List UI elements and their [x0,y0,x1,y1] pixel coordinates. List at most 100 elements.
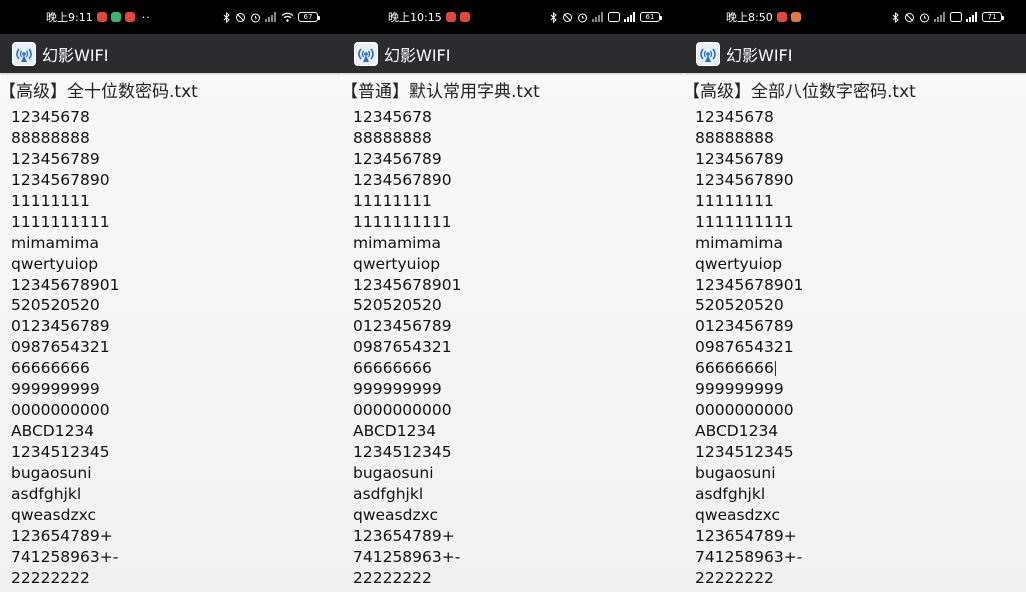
phone-screen-1: 晚上9:11 ·· 67 幻影WIFI 【高级】全十位数密码.txt 12345… [0,0,342,592]
hd-icon [608,12,620,22]
password-text: 0123456789 [353,317,452,336]
password-entry: 12345678901 [11,275,342,296]
password-text: 123654789+ [695,526,797,545]
password-text: 0000000000 [11,401,110,420]
password-entry: 1234567890 [353,170,684,191]
password-text: 1234567890 [695,170,794,189]
status-right: 67 [223,0,320,34]
password-text: qweasdzxc [11,505,97,524]
password-list: 12345678 88888888 123456789 1234567890 11111… [684,99,1026,592]
password-entry: 11111111 [11,191,342,212]
password-text: 999999999 [695,380,784,399]
password-text: 22222222 [11,568,90,587]
status-left: 晚上8:50 [726,0,801,34]
password-text: qwertyuiop [695,254,783,273]
status-left: 晚上9:11 ·· [46,0,151,34]
password-entry: bugaosuni [353,463,684,484]
three-phone-screenshots: 晚上9:11 ·· 67 幻影WIFI 【高级】全十位数密码.txt 12345… [0,0,1026,592]
password-text: mimamima [353,233,442,252]
password-text: 1234567890 [11,170,110,189]
password-text: ABCD1234 [695,422,779,441]
password-text: 22222222 [353,568,432,587]
password-entry: 88888888 [353,128,684,149]
status-bar: 晚上8:50 71 [684,0,1026,34]
password-entry: asdfghjkl [11,484,342,505]
password-text: bugaosuni [11,463,92,482]
password-entry: 88888888 [11,128,342,149]
password-entry: 123654789+ [11,526,342,547]
password-text: 1111111111 [11,212,110,231]
alarm-icon [250,12,261,23]
status-more-dots: ·· [141,10,151,24]
password-text: 1234567890 [353,170,452,189]
notification-app-icon [96,12,107,22]
password-text: 741258963+- [11,547,119,566]
password-entry: 0000000000 [353,400,684,421]
file-title: 【高级】全十位数密码.txt [0,82,198,102]
password-text: 22222222 [695,568,774,587]
password-entry: 741258963+- [353,547,684,568]
password-text: 66666666 [695,359,774,378]
password-entry: 999999999 [353,379,684,400]
password-text: 12345678901 [353,275,462,294]
password-entry: mimamima [353,233,684,254]
wifi-icon [281,12,294,22]
password-list: 12345678 88888888 123456789 1234567890 11111… [342,99,684,592]
password-text: 520520520 [353,296,442,315]
password-text: 1111111111 [353,212,452,231]
password-text: 1234512345 [353,443,452,461]
password-entry: bugaosuni [11,463,342,484]
signal-icon [624,12,636,22]
notification-app-icon [445,12,456,22]
password-entry: 22222222 [695,589,1026,592]
password-entry: 123456789 [695,149,1026,170]
phantom-wifi-logo-icon [354,41,378,66]
password-entry: 12345678 [695,107,1026,128]
status-time: 晚上10:15 [388,11,442,24]
signal-icon [265,12,277,22]
alarm-icon [577,12,588,23]
password-text: 741258963+- [695,547,803,566]
dnd-icon [904,12,915,23]
password-text: 66666666 [353,359,432,378]
password-entry: 0987654321 [11,337,342,358]
password-text: 0000000000 [353,401,452,420]
status-time: 晚上9:11 [46,11,93,24]
password-entry: 123654789+ [695,526,1026,547]
password-entry: 123654789+ [353,526,684,547]
app-bar: 幻影WIFI [342,34,684,73]
password-entry: 1234567890 [695,170,1026,191]
password-entry: qweasdzxc [695,505,1026,526]
password-text: 123654789+ [11,526,113,545]
password-text: qweasdzxc [353,505,439,524]
notification-app-icon [110,12,121,22]
password-entry: 1234567890 [11,170,342,191]
app-bar: 幻影WIFI [0,34,342,73]
password-entry: 0123456789 [353,316,684,337]
status-time: 晚上8:50 [726,11,773,24]
password-entry: qwertyuiop [695,254,1026,275]
password-entry: 0123456789 [695,316,1026,337]
password-entry: qweasdzxc [11,505,342,526]
battery-icon: 71 [982,12,1004,22]
password-entry: 22222222 [353,568,684,589]
bluetooth-icon [223,11,231,23]
password-entry: 741258963+- [695,547,1026,568]
password-text: 0987654321 [695,338,794,357]
password-text: 88888888 [695,128,774,147]
password-text: mimamima [695,233,784,252]
password-text: 88888888 [353,128,432,147]
bluetooth-icon [550,11,558,23]
status-bar: 晚上9:11 ·· 67 [0,0,342,34]
password-entry: 123456789 [353,149,684,170]
password-entry: 1111111111 [353,212,684,233]
password-text: 12345678 [353,108,432,126]
password-list: 12345678 88888888 123456789 1234567890 11111… [0,99,342,592]
phone-screen-3: 晚上8:50 71 幻影WIFI 【高级】全部八位数字密码.txt 123456… [684,0,1026,592]
password-entry: 66666666 [695,358,1026,379]
password-text: 12345678901 [11,275,120,294]
password-text: 0123456789 [695,317,794,336]
password-entry: 12345678 [11,107,342,128]
password-entry: 22222222 [695,568,1026,589]
password-text: 66666666 [11,359,90,378]
